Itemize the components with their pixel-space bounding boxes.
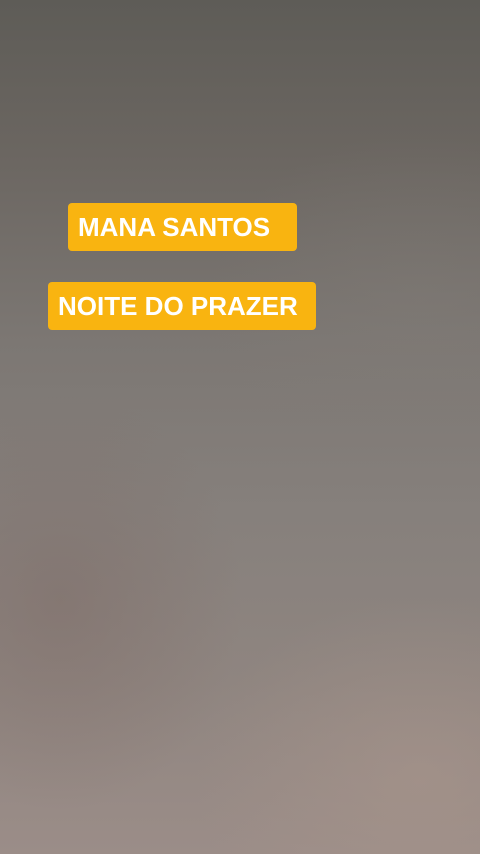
artist-name-caption: MANA SANTOS — [68, 203, 297, 251]
song-title-caption: NOITE DO PRAZER — [48, 282, 316, 330]
video-frame[interactable] — [0, 0, 480, 854]
